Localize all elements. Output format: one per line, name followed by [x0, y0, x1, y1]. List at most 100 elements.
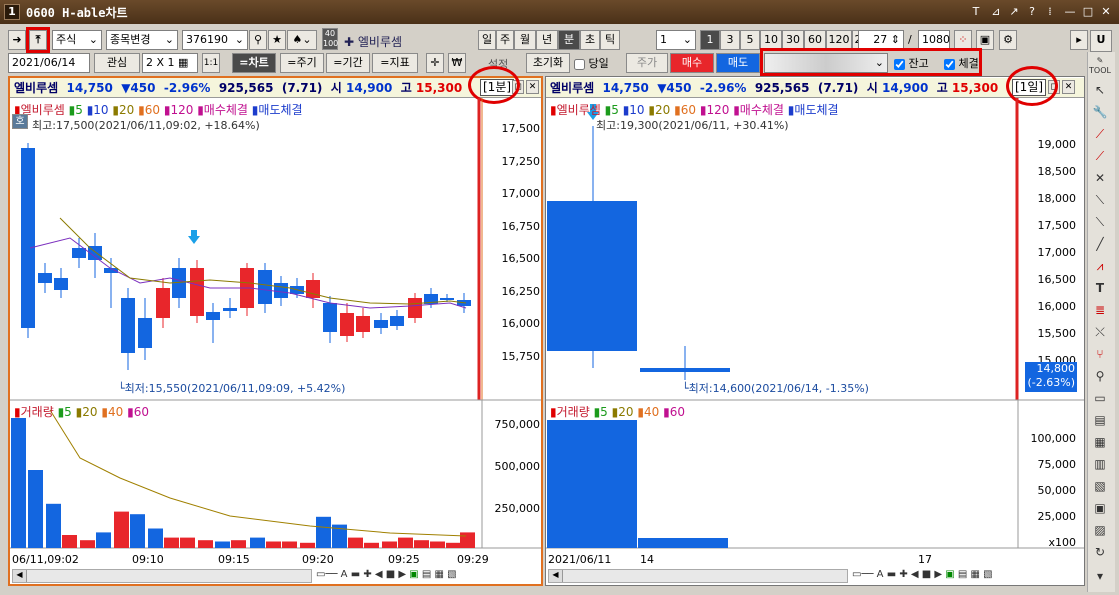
font-icon[interactable]: T	[968, 5, 984, 19]
left-xtick: 09:15	[218, 553, 250, 566]
indicator-button[interactable]: =지표	[372, 53, 418, 73]
snap-icon[interactable]: ⊿	[988, 5, 1004, 19]
maximize-icon[interactable]: □	[1080, 5, 1096, 19]
today-checkbox[interactable]: 당일	[574, 55, 609, 71]
date-input[interactable]: 2021/06/14 ▦	[8, 53, 90, 87]
balance-checkbox[interactable]: 잔고	[894, 55, 929, 71]
market-select[interactable]: 주식 ⌄	[52, 30, 102, 50]
link-icon[interactable]: ↗	[1006, 5, 1022, 19]
interval-60[interactable]: 60	[804, 30, 826, 50]
ray-icon[interactable]: ⟍	[1089, 212, 1111, 232]
execution-checkbox[interactable]: 체결	[944, 55, 979, 71]
sell-button[interactable]: 매도	[716, 53, 760, 73]
gear-icon[interactable]: ⚙	[999, 30, 1017, 50]
arrange-icon[interactable]: ⁘	[954, 30, 972, 50]
hoga-button[interactable]: 호	[12, 114, 28, 129]
u-button[interactable]: U	[1090, 30, 1112, 52]
expand-right-icon[interactable]: ▸	[1070, 30, 1088, 50]
tool-icon[interactable]: ✎ TOOL	[1089, 56, 1111, 76]
save-icon[interactable]: ▣	[976, 30, 994, 50]
right-close-icon[interactable]: ✕	[1062, 80, 1075, 94]
print-icon[interactable]: ▣	[1089, 498, 1111, 518]
close-icon[interactable]: ✕	[1098, 5, 1114, 19]
current-price-badge: 14,800 (-2.63%)	[1025, 362, 1077, 392]
interval-select[interactable]: 1 ⌄	[656, 30, 696, 50]
grid-select[interactable]: 2 X 1 ▦	[142, 53, 198, 73]
left-zoom-controls[interactable]: ▭── A ▬ ✚ ◀ ■ ▶ ▣ ▤ ▦ ▧	[316, 569, 538, 583]
help-icon[interactable]: ?	[1024, 5, 1040, 19]
left-volume-bar	[250, 537, 265, 548]
grid-tool-icon[interactable]: ▦	[1089, 432, 1111, 452]
cycle-tool-icon[interactable]: ⤬	[1089, 322, 1111, 342]
left-ytick: 17,250	[501, 154, 541, 168]
interval-10[interactable]: 10	[760, 30, 782, 50]
line-icon[interactable]: ╱	[1089, 234, 1111, 254]
fib-icon[interactable]: ≣	[1089, 300, 1111, 320]
settings-link[interactable]: 설정	[488, 56, 508, 72]
volume-tool-icon[interactable]: ⟋	[1089, 146, 1111, 166]
change-stock-select[interactable]: 종목변경 ⌄	[106, 30, 178, 50]
interest-button[interactable]: 관심	[94, 53, 140, 73]
trendline-icon[interactable]: ⟍	[1089, 190, 1111, 210]
price-tool-icon[interactable]: ⟋	[1089, 124, 1111, 144]
account-select[interactable]: ⌄	[764, 53, 888, 73]
interval-1[interactable]: 1	[700, 30, 720, 50]
spade-icon[interactable]: ♠⌄	[287, 30, 317, 50]
interval-5[interactable]: 5	[740, 30, 760, 50]
search-icon[interactable]: ⚲	[249, 30, 267, 50]
wrench-icon[interactable]: 🔧	[1089, 102, 1111, 122]
wave-icon[interactable]: ⩘	[1089, 256, 1111, 276]
chart-tool-icon[interactable]: ▧	[1089, 476, 1111, 496]
period-year[interactable]: 년	[536, 30, 558, 50]
cycle-button[interactable]: =주기	[280, 53, 324, 73]
link-arrow-icon[interactable]: ➜	[8, 30, 26, 50]
won-icon[interactable]: ₩	[448, 53, 466, 73]
period-second[interactable]: 초	[580, 30, 600, 50]
left-restore-icon[interactable]: ◻	[512, 80, 524, 94]
left-volume-bar	[46, 503, 61, 548]
crossline-icon[interactable]: ✕	[1089, 168, 1111, 188]
refresh-icon[interactable]: ↻	[1089, 542, 1111, 562]
interval-buttons: 1 3 5 10 30 60 120 240	[700, 30, 878, 50]
pointer-icon[interactable]: ↖	[1089, 80, 1111, 100]
list-icon[interactable]: ▤	[1089, 410, 1111, 430]
export-icon[interactable]: ▨	[1089, 520, 1111, 540]
table-icon[interactable]: ▥	[1089, 454, 1111, 474]
minimize-icon[interactable]: —	[1062, 5, 1078, 19]
interval-120[interactable]: 120	[826, 30, 852, 50]
right-zoom-controls[interactable]: ▭── A ▬ ✚ ◀ ■ ▶ ▣ ▤ ▦ ▧	[852, 569, 1082, 583]
left-close-icon[interactable]: ✕	[526, 80, 539, 94]
chart-button[interactable]: =차트	[232, 53, 276, 73]
zoom-icon[interactable]: ⚲	[1089, 366, 1111, 386]
left-vol-ma5: 5	[64, 405, 72, 419]
interval-30[interactable]: 30	[782, 30, 804, 50]
right-period-tag[interactable]: [1일]	[1012, 79, 1047, 96]
menu-icon[interactable]: ⁞	[1042, 5, 1058, 19]
init-button[interactable]: 초기화	[526, 53, 570, 73]
code-40-icon[interactable]: 40 100	[322, 28, 338, 50]
star-icon[interactable]: ★	[268, 30, 286, 50]
right-info-name: 엘비루셈	[550, 81, 595, 95]
pin-top-icon[interactable]: ⤒	[29, 30, 47, 50]
interval-3[interactable]: 3	[720, 30, 740, 50]
period-tick[interactable]: 틱	[600, 30, 620, 50]
price-button[interactable]: 주가	[626, 53, 668, 73]
crosshair-icon[interactable]: ✛	[426, 53, 444, 73]
period-day[interactable]: 일	[478, 30, 496, 50]
term-button[interactable]: =기간	[326, 53, 370, 73]
text-icon[interactable]: T	[1089, 278, 1111, 298]
buy-button[interactable]: 매수	[670, 53, 714, 73]
stock-code-input[interactable]: 376190 ⌄	[182, 30, 248, 50]
period-minute[interactable]: 분	[558, 30, 580, 50]
left-period-tag[interactable]: [1분]	[480, 79, 515, 96]
period-week[interactable]: 주	[496, 30, 514, 50]
right-scrollbar[interactable]: ◀	[548, 569, 848, 583]
left-scrollbar[interactable]: ◀	[12, 569, 312, 583]
period-month[interactable]: 월	[514, 30, 536, 50]
window-tool-icon[interactable]: ▭	[1089, 388, 1111, 408]
right-restore-icon[interactable]: ◻	[1048, 80, 1060, 94]
count-input[interactable]: 27 ⇕	[858, 30, 904, 50]
ratio-button[interactable]: 1:1	[202, 53, 220, 73]
sidebar-down-icon[interactable]: ▾	[1089, 566, 1111, 586]
fork-icon[interactable]: ⑂	[1089, 344, 1111, 364]
